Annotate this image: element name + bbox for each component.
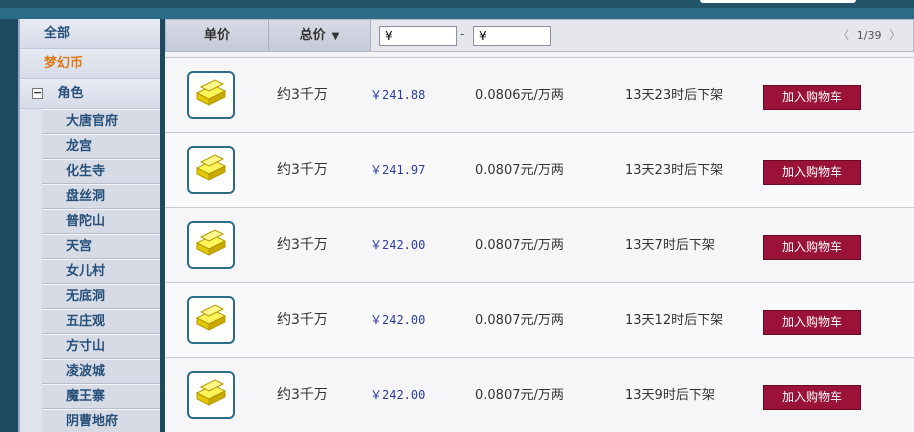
- listing-panel: 单价 总价▼ - 〈 1/39 〉 约3千万 ￥241.88 0.0806元/万…: [165, 19, 914, 432]
- listing-remaining: 13天12时后下架: [625, 313, 724, 328]
- sort-unit-price[interactable]: 单价: [166, 20, 269, 51]
- sort-total-price[interactable]: 总价 ▼: [269, 20, 371, 51]
- table-row: 约3千万 ￥241.88 0.0806元/万两 13天23时后下架 加入购物车: [165, 57, 914, 132]
- listing-rate: 0.0807元/万两: [475, 163, 564, 178]
- listing-amount: 约3千万: [277, 387, 328, 403]
- listing-price: ￥242.00: [370, 388, 426, 402]
- add-to-cart-button[interactable]: 加入购物车: [763, 85, 861, 110]
- left-edge: [0, 19, 18, 432]
- sidebar-sub-list: 大唐官府 龙宫 化生寺 盘丝洞 普陀山 天宫 女儿村 无底洞 五庄观 方寸山 凌…: [20, 109, 160, 432]
- listing-amount: 约3千万: [277, 237, 328, 253]
- sidebar-item-sect[interactable]: 龙宫: [42, 134, 160, 159]
- range-dash: -: [460, 27, 465, 41]
- listing-price: ￥241.88: [370, 88, 426, 102]
- table-row: 约3千万 ￥241.97 0.0807元/万两 13天23时后下架 加入购物车: [165, 132, 914, 207]
- listing-amount: 约3千万: [277, 162, 328, 178]
- sort-header: 单价 总价▼ - 〈 1/39 〉: [165, 19, 914, 52]
- listing-remaining: 13天23时后下架: [625, 88, 724, 103]
- add-to-cart-button[interactable]: 加入购物车: [763, 385, 861, 410]
- sidebar-item-sect[interactable]: 阴曹地府: [42, 409, 160, 432]
- sidebar-item-sect[interactable]: 魔王寨: [42, 384, 160, 409]
- collapse-icon[interactable]: −: [32, 87, 43, 99]
- listing-amount: 约3千万: [277, 87, 328, 103]
- gold-ingot-icon[interactable]: [187, 146, 235, 194]
- sidebar-item-sect[interactable]: 大唐官府: [42, 109, 160, 134]
- sidebar-item-sect[interactable]: 无底洞: [42, 284, 160, 309]
- top-divider: [0, 8, 914, 19]
- gold-ingot-icon[interactable]: [187, 221, 235, 269]
- table-row: 约3千万 ￥242.00 0.0807元/万两 13天12时后下架 加入购物车: [165, 282, 914, 357]
- gold-ingot-icon[interactable]: [187, 296, 235, 344]
- chevron-down-icon: ▼: [331, 31, 340, 42]
- table-row: 约3千万 ￥242.00 0.0807元/万两 13天9时后下架 加入购物车: [165, 357, 914, 432]
- sidebar-item-sect[interactable]: 普陀山: [42, 209, 160, 234]
- table-row: 约3千万 ￥242.00 0.0807元/万两 13天7时后下架 加入购物车: [165, 207, 914, 282]
- sidebar-item-sect[interactable]: 天宫: [42, 234, 160, 259]
- min-price-input[interactable]: [379, 26, 457, 46]
- prev-page-icon[interactable]: 〈: [837, 28, 849, 42]
- listing-price: ￥242.00: [370, 238, 426, 252]
- sidebar-item-sect[interactable]: 方寸山: [42, 334, 160, 359]
- listing-remaining: 13天7时后下架: [625, 238, 715, 253]
- max-price-input[interactable]: [473, 26, 551, 46]
- sidebar-item-sect[interactable]: 凌波城: [42, 359, 160, 384]
- sidebar-item-sect[interactable]: 五庄观: [42, 309, 160, 334]
- listing-price: ￥241.97: [370, 163, 426, 177]
- listing-rate: 0.0806元/万两: [475, 88, 564, 103]
- add-to-cart-button[interactable]: 加入购物车: [763, 235, 861, 260]
- listing-rate: 0.0807元/万两: [475, 313, 564, 328]
- listing-remaining: 13天9时后下架: [625, 388, 715, 403]
- sidebar: 全部 梦幻币 − 角色 大唐官府 龙宫 化生寺 盘丝洞 普陀山 天宫 女儿村 无…: [18, 19, 160, 432]
- listing-amount: 约3千万: [277, 312, 328, 328]
- sidebar-item-sect[interactable]: 化生寺: [42, 159, 160, 184]
- gold-ingot-icon[interactable]: [187, 371, 235, 419]
- sidebar-item-sect[interactable]: 女儿村: [42, 259, 160, 284]
- listing-remaining: 13天23时后下架: [625, 163, 724, 178]
- listing-rate: 0.0807元/万两: [475, 238, 564, 253]
- add-to-cart-button[interactable]: 加入购物车: [763, 160, 861, 185]
- gold-ingot-icon[interactable]: [187, 71, 235, 119]
- top-search-box[interactable]: [700, 0, 856, 3]
- sidebar-item-characters[interactable]: − 角色: [20, 79, 160, 109]
- page-indicator: 1/39: [856, 29, 882, 42]
- listing-rows: 约3千万 ￥241.88 0.0806元/万两 13天23时后下架 加入购物车 …: [165, 57, 914, 432]
- listing-rate: 0.0807元/万两: [475, 388, 564, 403]
- next-page-icon[interactable]: 〉: [889, 28, 901, 42]
- sidebar-item-all[interactable]: 全部: [20, 19, 160, 49]
- sidebar-item-sect[interactable]: 盘丝洞: [42, 184, 160, 209]
- listing-price: ￥242.00: [370, 313, 426, 327]
- sidebar-item-game-currency[interactable]: 梦幻币: [20, 49, 160, 79]
- pager: 〈 1/39 〉: [833, 20, 913, 51]
- add-to-cart-button[interactable]: 加入购物车: [763, 310, 861, 335]
